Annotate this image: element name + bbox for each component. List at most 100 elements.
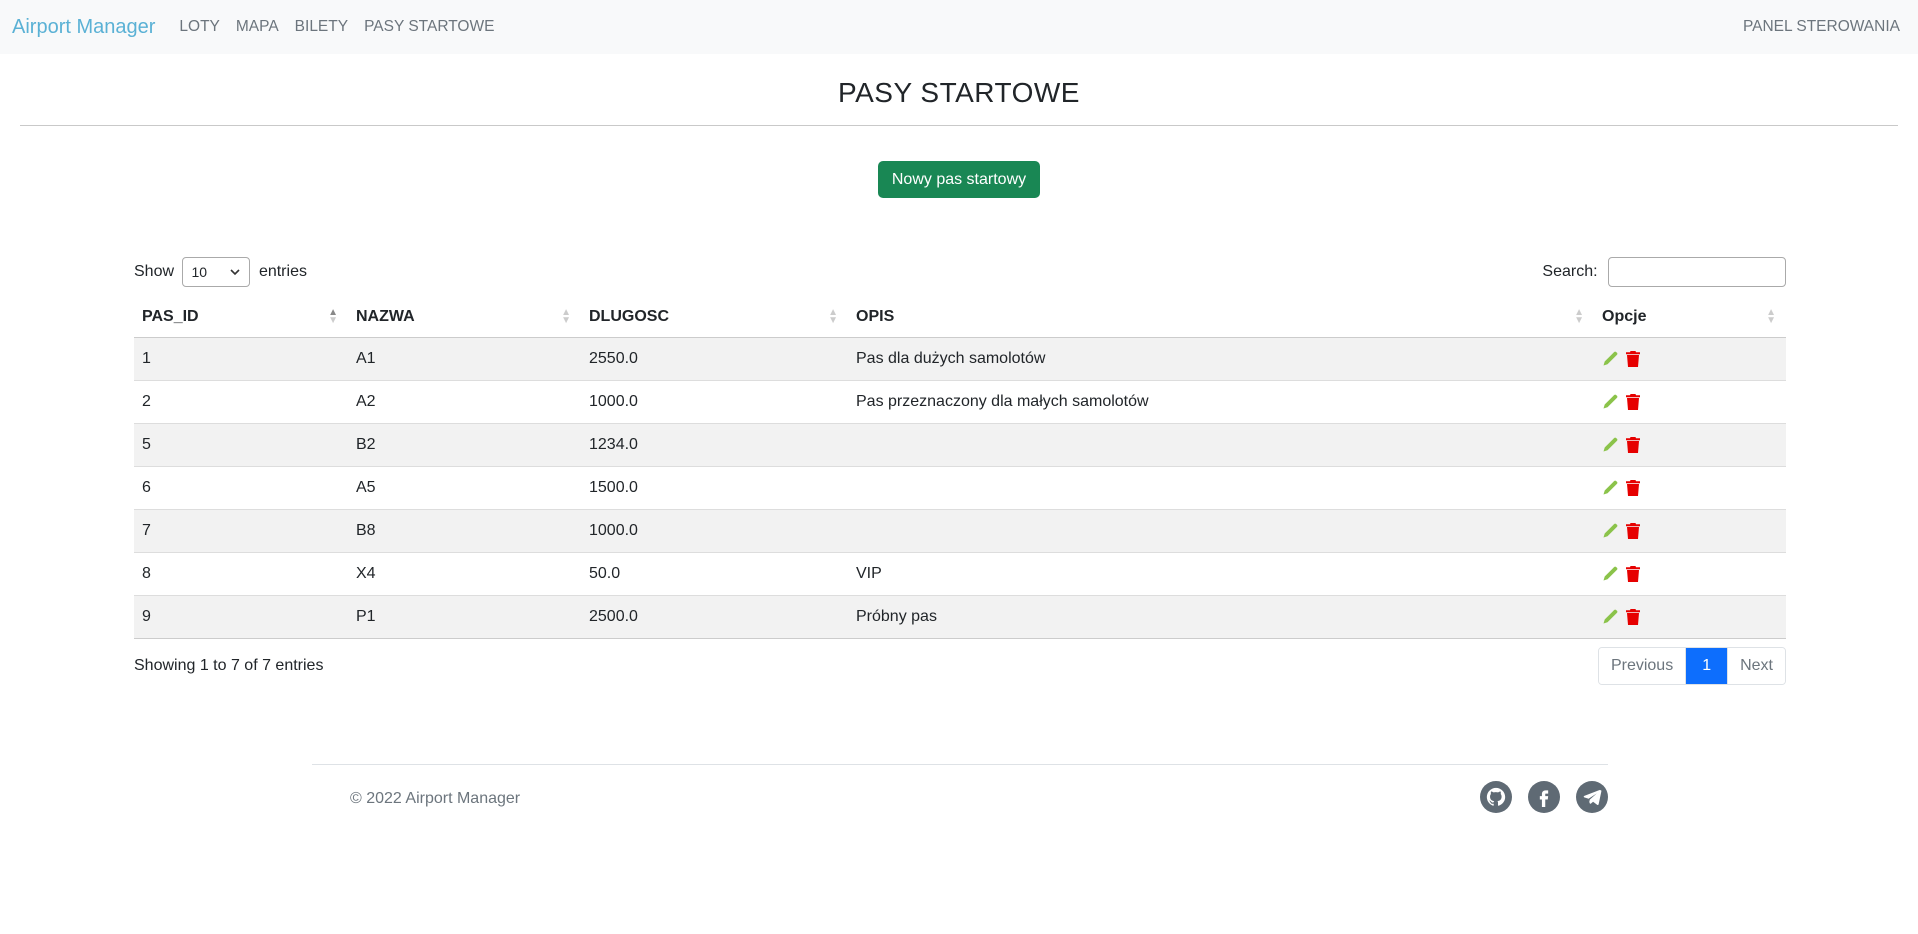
brand-link[interactable]: Airport Manager (12, 16, 155, 39)
pencil-icon[interactable] (1602, 523, 1618, 539)
cell-pas-id: 1 (134, 336, 348, 380)
runways-table-wrapper: Show 10 entries Search: PAS_ID ▲ ▼ NAZWA … (134, 255, 1786, 685)
footer: © 2022 Airport Manager (312, 764, 1608, 813)
entries-label: entries (258, 263, 307, 281)
nav-link-panel-sterowania[interactable]: PANEL STEROWANIA (1743, 18, 1900, 36)
cell-pas-id: 7 (134, 508, 348, 552)
pencil-icon[interactable] (1602, 566, 1618, 582)
search-input[interactable] (1608, 257, 1786, 287)
cell-dlugosc: 1000.0 (581, 379, 848, 423)
column-header-dlugosc[interactable]: DLUGOSC ▲ ▼ (581, 297, 848, 338)
sort-icon: ▲ ▼ (1574, 307, 1584, 326)
table-row: 8 X4 50.0 VIP (134, 551, 1786, 595)
telegram-icon[interactable] (1576, 781, 1608, 813)
table-row: 5 B2 1234.0 (134, 422, 1786, 466)
pencil-icon[interactable] (1602, 609, 1618, 625)
row-actions (1602, 565, 1778, 582)
trash-icon[interactable] (1626, 350, 1640, 367)
cell-opcje (1594, 379, 1786, 423)
search-control: Search: (1542, 257, 1786, 287)
cell-nazwa: A2 (348, 379, 581, 423)
column-header-opcje[interactable]: Opcje ▲ ▼ (1594, 297, 1786, 338)
entries-select[interactable]: 10 (182, 257, 251, 287)
runways-table: PAS_ID ▲ ▼ NAZWA ▲ ▼ DLUGOSC ▲ ▼ OPIS ▲ ▼ Op… (134, 297, 1786, 639)
new-runway-button[interactable]: Nowy pas startowy (877, 161, 1041, 198)
page-1-button[interactable]: 1 (1685, 647, 1728, 684)
cell-opis: Pas dla dużych samolotów (848, 336, 1594, 380)
cell-opcje (1594, 465, 1786, 509)
social-links (1480, 781, 1608, 813)
cell-pas-id: 8 (134, 551, 348, 595)
row-actions (1602, 436, 1778, 453)
search-label: Search: (1542, 263, 1598, 281)
column-header-label: OPIS (856, 307, 895, 325)
github-icon[interactable] (1480, 781, 1512, 813)
entries-select-value: 10 (191, 264, 208, 280)
title-divider (20, 125, 1898, 126)
cell-nazwa: B8 (348, 508, 581, 552)
trash-icon[interactable] (1626, 522, 1640, 539)
cell-pas-id: 6 (134, 465, 348, 509)
trash-icon[interactable] (1626, 608, 1640, 625)
column-header-label: Opcje (1602, 307, 1647, 325)
nav-link-pasy-startowe[interactable]: PASY STARTOWE (364, 18, 494, 36)
column-header-opis[interactable]: OPIS ▲ ▼ (848, 297, 1594, 338)
cell-opcje (1594, 336, 1786, 380)
cell-nazwa: A1 (348, 336, 581, 380)
cell-opcje (1594, 594, 1786, 639)
cell-opcje (1594, 508, 1786, 552)
pencil-icon[interactable] (1602, 437, 1618, 453)
trash-icon[interactable] (1626, 479, 1640, 496)
cell-opcje (1594, 551, 1786, 595)
nav-link-bilety[interactable]: BILETY (295, 18, 348, 36)
table-header-row: PAS_ID ▲ ▼ NAZWA ▲ ▼ DLUGOSC ▲ ▼ OPIS ▲ ▼ Op… (134, 297, 1786, 338)
pencil-icon[interactable] (1602, 394, 1618, 410)
cell-opis (848, 465, 1594, 509)
cell-opis: Próbny pas (848, 594, 1594, 639)
row-actions (1602, 522, 1778, 539)
cell-nazwa: A5 (348, 465, 581, 509)
table-row: 2 A2 1000.0 Pas przeznaczony dla małych sam… (134, 379, 1786, 423)
cell-pas-id: 5 (134, 422, 348, 466)
nav-link-loty[interactable]: LOTY (179, 18, 219, 36)
cell-nazwa: P1 (348, 594, 581, 639)
cell-nazwa: B2 (348, 422, 581, 466)
chevron-down-icon (230, 269, 241, 276)
column-header-pas-id[interactable]: PAS_ID ▲ ▼ (134, 297, 348, 338)
pencil-icon[interactable] (1602, 480, 1618, 496)
trash-icon[interactable] (1626, 393, 1640, 410)
footer-copyright: © 2022 Airport Manager (350, 790, 521, 807)
next-page-button[interactable]: Next (1727, 647, 1785, 684)
trash-icon[interactable] (1626, 436, 1640, 453)
show-label: Show (134, 263, 175, 281)
pagination: Previous 1 Next (1597, 646, 1786, 685)
cell-dlugosc: 1500.0 (581, 465, 848, 509)
column-header-label: DLUGOSC (589, 307, 669, 325)
cell-opis (848, 508, 1594, 552)
page-title: PASY STARTOWE (838, 77, 1080, 108)
column-header-label: NAZWA (356, 307, 415, 325)
sort-icon: ▲ ▼ (1766, 307, 1776, 326)
row-actions (1602, 350, 1778, 367)
cell-dlugosc: 50.0 (581, 551, 848, 595)
facebook-icon[interactable] (1528, 781, 1560, 813)
cell-pas-id: 9 (134, 594, 348, 639)
row-actions (1602, 393, 1778, 410)
row-actions (1602, 479, 1778, 496)
nav-link-mapa[interactable]: MAPA (236, 18, 279, 36)
column-header-nazwa[interactable]: NAZWA ▲ ▼ (348, 297, 581, 338)
trash-icon[interactable] (1626, 565, 1640, 582)
cell-pas-id: 2 (134, 379, 348, 423)
sort-icon: ▲ ▼ (561, 307, 571, 326)
cell-opis (848, 422, 1594, 466)
table-row: 6 A5 1500.0 (134, 465, 1786, 509)
top-navbar: Airport Manager LOTY MAPA BILETY PASY ST… (0, 0, 1918, 54)
table-row: 7 B8 1000.0 (134, 508, 1786, 552)
previous-page-button[interactable]: Previous (1598, 647, 1686, 684)
entries-length-control: Show 10 entries (134, 257, 307, 287)
table-info: Showing 1 to 7 of 7 entries (134, 656, 324, 674)
pencil-icon[interactable] (1602, 351, 1618, 367)
cell-opis: Pas przeznaczony dla małych samolotów (848, 379, 1594, 423)
table-row: 1 A1 2550.0 Pas dla dużych samolotów (134, 336, 1786, 380)
cell-nazwa: X4 (348, 551, 581, 595)
